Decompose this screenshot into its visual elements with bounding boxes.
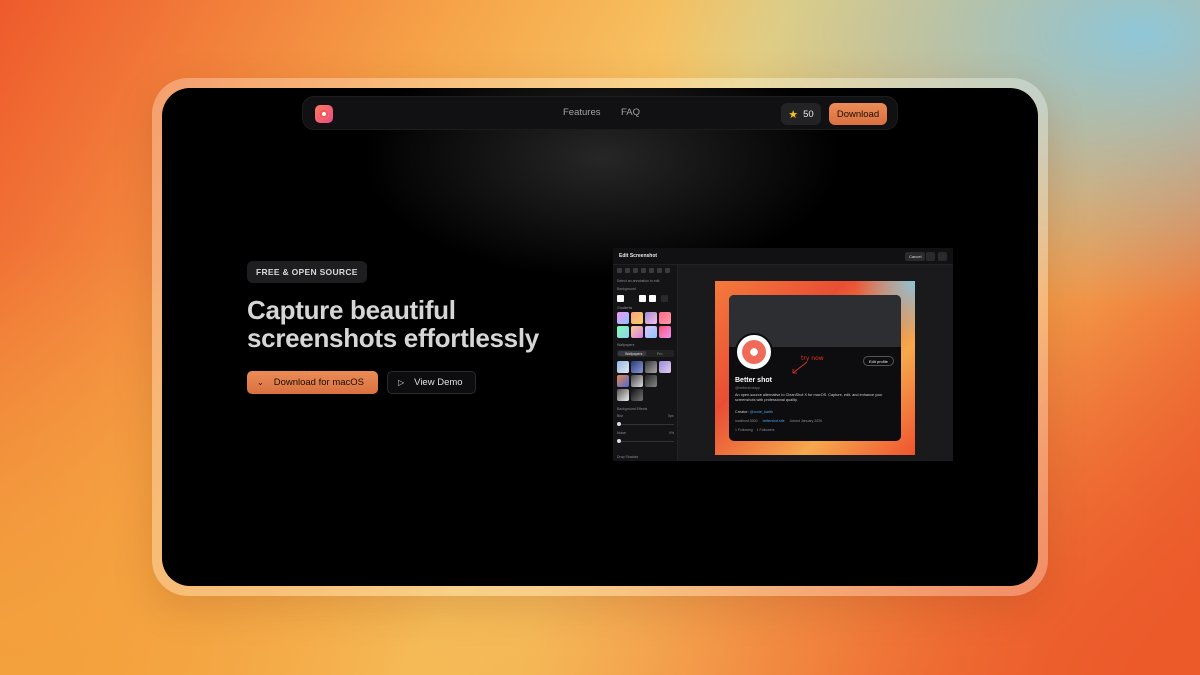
wallpaper-thumb: [631, 389, 643, 401]
download-macos-button[interactable]: ⌄ Download for macOS: [247, 371, 378, 394]
gradient-swatch: [617, 312, 629, 324]
app-logo-icon[interactable]: [315, 105, 333, 123]
profile-card: try now Edit profile Better shot @better…: [729, 295, 901, 441]
top-nav: Features FAQ ★ 50 Download: [302, 96, 898, 130]
noise-slider: [617, 441, 674, 442]
gradient-swatch: [631, 326, 643, 338]
hero-headline: Capture beautiful screenshots effortless…: [247, 295, 539, 353]
gradient-swatch: [659, 326, 671, 338]
avatar: [735, 333, 773, 371]
blur-value: 0px: [668, 414, 674, 418]
location-text: localhost:3000: [735, 419, 758, 423]
background-label: Background: [617, 287, 636, 291]
download-macos-label: Download for macOS: [273, 377, 364, 388]
wallpaper-thumb: [617, 389, 629, 401]
preview-cancel-button: Cancel: [905, 252, 926, 261]
gradient-swatch: [617, 326, 629, 338]
noise-label: Noise: [617, 431, 626, 435]
wallpaper-thumb: [617, 375, 629, 387]
preview-title: Edit Screenshot: [619, 253, 658, 259]
tab-pro: Pro: [657, 351, 663, 356]
editor-preview: Edit Screenshot Cancel Select an annotat…: [613, 248, 953, 461]
landing-page: Features FAQ ★ 50 Download FREE & OPEN S…: [162, 88, 1038, 586]
profile-follows: 1 Following 1 Followers: [735, 428, 775, 432]
gradient-swatch: [631, 312, 643, 324]
swatch-gray: [661, 295, 668, 302]
annotation-arrow: [792, 361, 808, 374]
wallpaper-tabs: Wallpapers Pro: [617, 350, 674, 357]
nav-download-button[interactable]: Download: [829, 103, 887, 125]
profile-handle: @bettershotapp: [735, 386, 760, 390]
nav-link-faq[interactable]: FAQ: [621, 107, 640, 118]
wallpaper-thumb: [617, 361, 629, 373]
gradient-swatch: [645, 326, 657, 338]
wallpaper-thumb: [631, 361, 643, 373]
profile-meta: localhost:3000 bettershot.site Joined Ja…: [735, 419, 822, 423]
swatch-white: [617, 295, 624, 302]
blur-slider-knob: [617, 422, 621, 426]
chevron-down-icon: ⌄: [257, 378, 264, 387]
wallpaper-thumb: [645, 375, 657, 387]
profile-creator: Creator: @code_kartik: [735, 410, 774, 414]
annotation-toolbar: [617, 268, 670, 273]
effects-label: Background Effects: [617, 407, 648, 411]
wallpapers-label: Wallpapers: [617, 343, 635, 347]
screenshot-canvas: try now Edit profile Better shot @better…: [715, 281, 915, 455]
view-demo-button[interactable]: ▷ View Demo: [387, 371, 476, 394]
nav-link-features[interactable]: Features: [563, 107, 601, 118]
profile-bio: An open-source alternative to CleanShot …: [735, 393, 883, 402]
play-icon: ▷: [398, 378, 405, 387]
edit-profile-button: Edit profile: [863, 356, 894, 366]
website-link: bettershot.site: [762, 419, 785, 423]
swatch-white-3: [649, 295, 656, 302]
noise-value: 0%: [669, 431, 675, 435]
wallpaper-thumb: [659, 361, 671, 373]
swatch-white-2: [639, 295, 646, 302]
github-stars-button[interactable]: ★ 50: [781, 103, 821, 125]
preview-titlebar: Edit Screenshot Cancel: [613, 248, 953, 265]
tab-wallpapers: Wallpapers: [625, 351, 643, 356]
copy-icon: [926, 252, 935, 261]
shadow-label: Drop Shadow: [617, 455, 639, 459]
profile-name: Better shot: [735, 377, 772, 384]
save-icon: [938, 252, 947, 261]
swatch-dark: [627, 295, 634, 302]
open-source-badge: FREE & OPEN SOURCE: [247, 261, 367, 283]
preview-sidebar: Select an annotation to edit Background …: [613, 265, 678, 461]
blur-slider: [617, 424, 674, 425]
followers-count: 1 Followers: [756, 428, 775, 432]
noise-slider-knob: [617, 439, 621, 443]
creator-handle: @code_kartik: [749, 410, 774, 414]
blur-label: Blur: [617, 414, 624, 418]
sidebar-hint: Select an annotation to edit: [617, 279, 660, 283]
wallpaper-thumb: [645, 361, 657, 373]
view-demo-label: View Demo: [414, 377, 463, 388]
gradients-label: Gradients: [617, 306, 633, 310]
joined-text: Joined January 2026: [789, 419, 823, 423]
star-icon: ★: [788, 108, 799, 121]
gradient-swatch: [645, 312, 657, 324]
star-count: 50: [803, 108, 814, 120]
wallpaper-thumb: [631, 375, 643, 387]
following-count: 1 Following: [735, 428, 753, 432]
gradient-swatch: [659, 312, 671, 324]
